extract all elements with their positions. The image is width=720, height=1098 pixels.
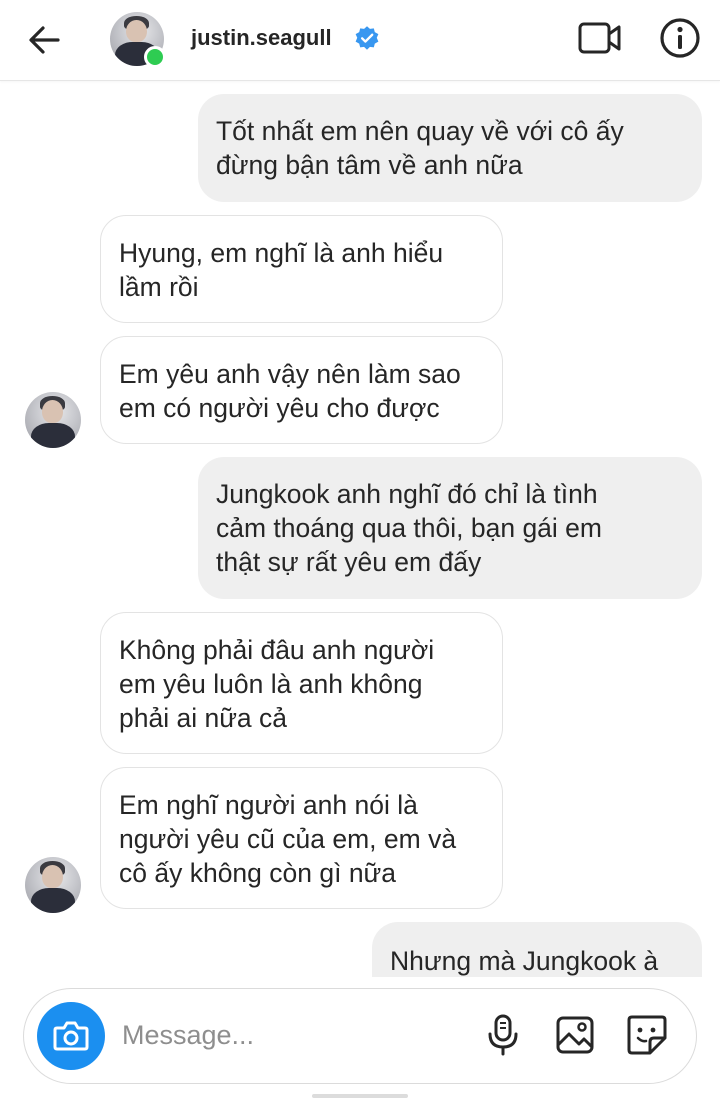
video-call-button[interactable]: [576, 16, 624, 60]
message-thread[interactable]: Tốt nhất em nên quay về với cô ấy đừng b…: [0, 81, 720, 977]
message-bubble-incoming[interactable]: Không phải đâu anh người em yêu luôn là …: [100, 612, 503, 754]
arrow-left-icon: [29, 26, 60, 54]
voice-message-button[interactable]: [481, 1013, 525, 1057]
message-bubble-incoming[interactable]: Em nghĩ người anh nói là người yêu cũ củ…: [100, 767, 503, 909]
back-button[interactable]: [22, 18, 66, 62]
chat-header: justin.seagull: [0, 0, 720, 81]
sender-avatar[interactable]: [25, 392, 81, 448]
image-gallery-icon: [556, 1016, 594, 1054]
profile-avatar[interactable]: [110, 12, 166, 68]
message-bubble-outgoing[interactable]: Tốt nhất em nên quay về với cô ấy đừng b…: [198, 94, 702, 202]
sender-avatar[interactable]: [25, 857, 81, 913]
message-composer: [23, 988, 697, 1084]
message-bubble-incoming[interactable]: Em yêu anh vậy nên làm sao em có người y…: [100, 336, 503, 444]
camera-icon: [53, 1021, 89, 1051]
info-icon: [660, 18, 700, 58]
gallery-button[interactable]: [553, 1013, 597, 1057]
message-input[interactable]: [122, 1015, 452, 1055]
video-call-icon: [578, 22, 621, 54]
microphone-icon: [488, 1014, 518, 1056]
verified-badge-icon: [355, 26, 379, 50]
camera-button[interactable]: [37, 1002, 105, 1070]
home-indicator: [312, 1094, 408, 1098]
online-status-dot: [144, 46, 166, 68]
sticker-button[interactable]: [625, 1013, 669, 1057]
message-bubble-outgoing[interactable]: Jungkook anh nghĩ đó chỉ là tình cảm tho…: [198, 457, 702, 599]
avatar-image: [25, 857, 81, 913]
message-bubble-outgoing[interactable]: Nhưng mà Jungkook à: [372, 922, 702, 977]
chat-username[interactable]: justin.seagull: [191, 24, 332, 52]
message-bubble-incoming[interactable]: Hyung, em nghĩ là anh hiểu lầm rồi: [100, 215, 503, 323]
avatar-image: [25, 392, 81, 448]
sticker-icon: [627, 1015, 667, 1055]
info-button[interactable]: [656, 14, 704, 62]
